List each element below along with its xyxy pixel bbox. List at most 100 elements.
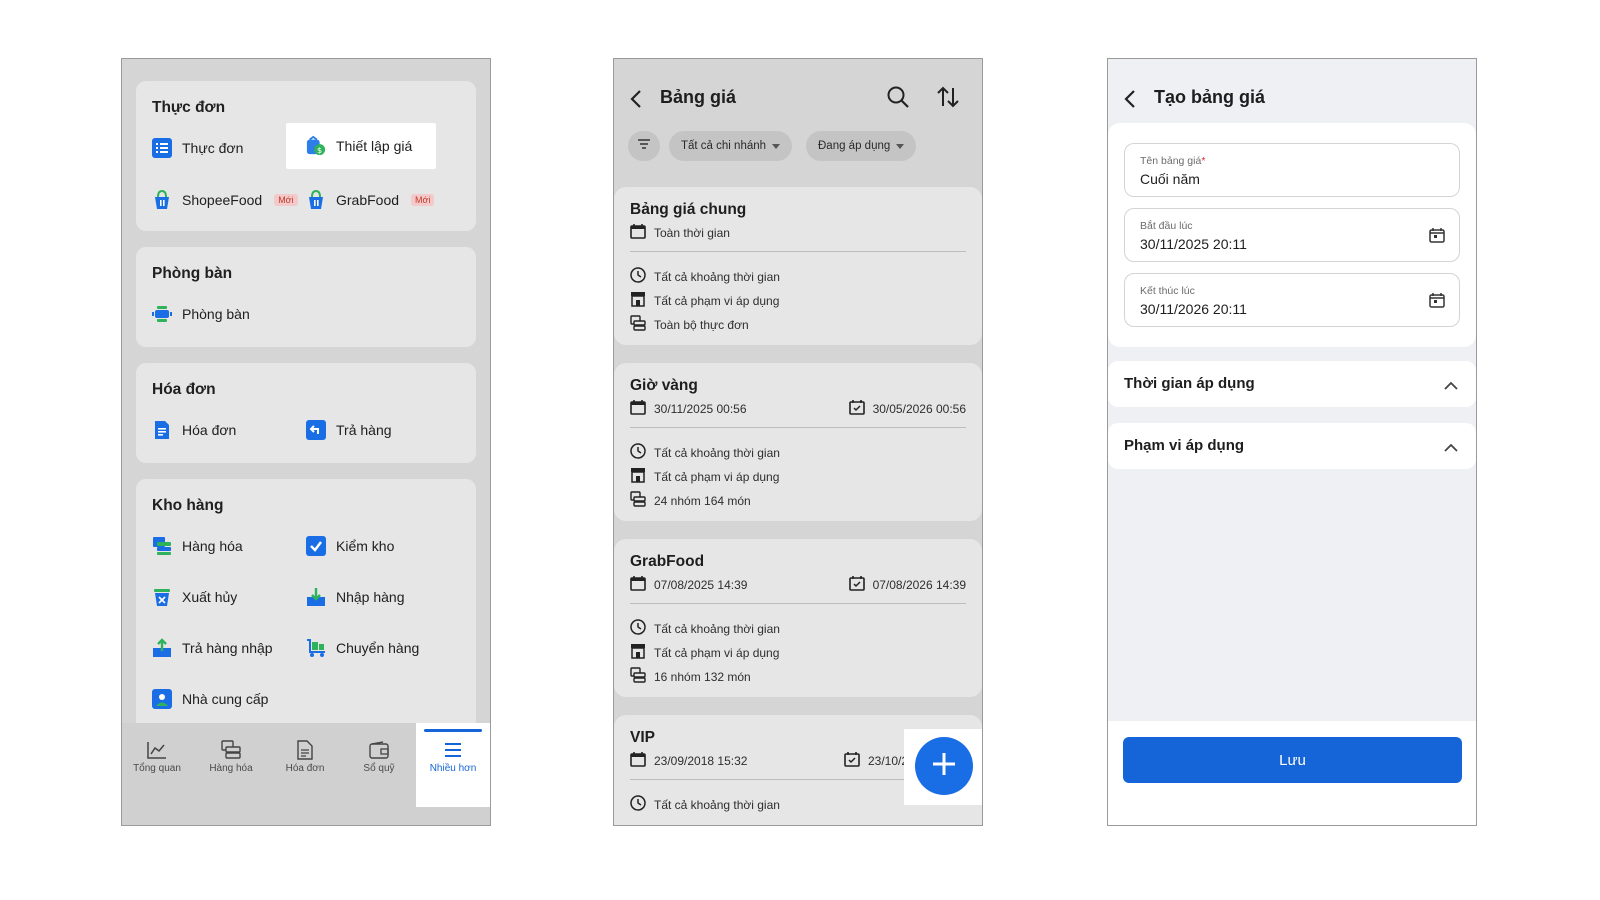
menu-item-label: ShopeeFood xyxy=(182,192,263,208)
menu-text: Toàn bộ thực đơn xyxy=(654,317,749,332)
fab-highlight xyxy=(904,729,982,805)
filter-button[interactable] xyxy=(628,131,660,161)
menu-item-label: Trả hàng nhập xyxy=(182,640,273,656)
nav-label: Nhiều hơn xyxy=(429,763,477,774)
menu-item-nhap-hang[interactable]: Nhập hàng xyxy=(306,584,405,610)
menu-item-tra-hang-nhap[interactable]: Trả hàng nhập xyxy=(152,635,273,661)
divider xyxy=(630,251,966,252)
price-list-card[interactable]: Giờ vàng 30/11/2025 00:56 30/05/2026 00:… xyxy=(614,363,982,521)
sort-icon[interactable] xyxy=(936,85,960,114)
new-badge: Mới xyxy=(274,194,298,206)
price-list-name: GrabFood xyxy=(630,553,705,570)
scope-row: Tất cả phạm vi áp dụng xyxy=(630,291,779,310)
goods-icon xyxy=(152,536,172,556)
end-date-field[interactable]: Kết thúc lúc 30/11/2026 20:11 xyxy=(1124,273,1460,327)
calendar-icon xyxy=(630,399,646,418)
new-badge: Mới xyxy=(411,194,435,206)
supplier-icon xyxy=(152,689,172,709)
field-value: 30/11/2025 20:11 xyxy=(1140,236,1247,252)
nav-label: Sổ quỹ xyxy=(363,763,395,774)
return-icon xyxy=(306,420,326,440)
section-menu: Thực đơn Thực đơn $ Thiết lập giá Shopee… xyxy=(136,81,476,231)
return-import-icon xyxy=(152,638,172,658)
menu-item-kiem-kho[interactable]: Kiểm kho xyxy=(306,533,394,559)
menu-item-label: Kiểm kho xyxy=(336,538,395,554)
menu-item-phong-ban[interactable]: Phòng bàn xyxy=(152,301,250,327)
list-icon xyxy=(152,138,172,158)
start-date-row: 23/09/2018 15:32 xyxy=(630,751,747,770)
nav-active-indicator xyxy=(424,729,482,732)
store-icon xyxy=(630,467,646,486)
back-arrow-icon[interactable] xyxy=(630,89,642,114)
menu-item-chuyen-hang[interactable]: Chuyển hàng xyxy=(306,635,419,661)
menu-item-xuat-huy[interactable]: Xuất hủy xyxy=(152,584,237,610)
end-date: 07/08/2026 14:39 xyxy=(872,577,966,592)
wallet-icon xyxy=(344,737,414,763)
menu-item-label: Trả hàng xyxy=(336,422,392,438)
section-tables: Phòng bàn Phòng bàn xyxy=(136,247,476,347)
back-arrow-icon[interactable] xyxy=(1124,89,1136,114)
end-date-row: 30/05/2026 00:56 xyxy=(848,399,966,418)
nav-so-quy[interactable]: Sổ quỹ xyxy=(344,737,414,774)
end-date-row: 07/08/2026 14:39 xyxy=(848,575,966,594)
divider xyxy=(630,603,966,604)
clock-icon xyxy=(630,619,646,638)
check-inventory-icon xyxy=(306,536,326,556)
menu-item-hoa-don[interactable]: Hóa đơn xyxy=(152,417,236,443)
menu-item-label: Thực đơn xyxy=(182,140,244,156)
price-list-card[interactable]: Bảng giá chung Toàn thời gian Tất cả kho… xyxy=(614,187,982,345)
section-apply-scope[interactable]: Phạm vi áp dụng xyxy=(1108,423,1476,469)
name-field[interactable]: Tên bảng giá* Cuối năm xyxy=(1124,143,1460,197)
period-text: Toàn thời gian xyxy=(654,225,730,240)
clock-icon xyxy=(630,795,646,814)
svg-text:$: $ xyxy=(317,145,322,155)
start-date-row: 30/11/2025 00:56 xyxy=(630,399,747,418)
chevron-up-icon xyxy=(1444,439,1458,457)
field-label: Kết thúc lúc xyxy=(1140,285,1195,297)
shopeefood-icon xyxy=(152,190,172,210)
add-price-list-button[interactable] xyxy=(915,737,973,795)
menu-item-hang-hoa[interactable]: Hàng hóa xyxy=(152,533,243,559)
clock-icon xyxy=(630,267,646,286)
menu-item-thuc-don[interactable]: Thực đơn xyxy=(152,135,243,161)
scope-row: Tất cả phạm vi áp dụng xyxy=(630,467,779,486)
page-title: Tạo bảng giá xyxy=(1154,87,1266,107)
menu-item-tra-hang[interactable]: Trả hàng xyxy=(306,417,392,443)
menu-item-price-setup[interactable]: $ Thiết lập giá xyxy=(306,133,412,159)
time-row: Tất cả khoảng thời gian xyxy=(630,443,780,462)
import-icon xyxy=(306,587,326,607)
store-icon xyxy=(630,291,646,310)
end-date: 30/05/2026 00:56 xyxy=(872,401,966,416)
menu-item-label: Hàng hóa xyxy=(182,538,243,554)
chart-icon xyxy=(122,737,192,763)
menu-item-shopeefood[interactable]: ShopeeFood Mới xyxy=(152,187,298,213)
save-button[interactable]: Lưu xyxy=(1123,737,1462,783)
menu-stack-icon xyxy=(630,315,646,334)
time-text: Tất cả khoảng thời gian xyxy=(654,269,780,284)
field-label: Bắt đầu lúc xyxy=(1140,220,1193,232)
scope-text: Tất cả phạm vi áp dụng xyxy=(654,293,780,308)
branch-filter-chip[interactable]: Tất cả chi nhánh xyxy=(669,131,793,161)
status-filter-chip[interactable]: Đang áp dụng xyxy=(806,131,917,161)
price-list-name: Giờ vàng xyxy=(630,377,698,394)
calendar-icon[interactable] xyxy=(1429,292,1445,313)
nav-hoa-don[interactable]: Hóa đơn xyxy=(270,737,340,774)
menu-row: Toàn bộ thực đơn xyxy=(630,315,749,334)
menu-item-nha-cung-cap[interactable]: Nhà cung cấp xyxy=(152,686,268,712)
bottom-nav: Tổng quan Hàng hóa Hóa đơn Sổ quỹ Nhiều … xyxy=(122,723,490,825)
required-mark: * xyxy=(1201,155,1206,167)
menu-item-label: Nhà cung cấp xyxy=(182,691,269,707)
section-apply-time[interactable]: Thời gian áp dụng xyxy=(1108,361,1476,407)
calendar-icon[interactable] xyxy=(1429,227,1445,248)
menu-item-grabfood[interactable]: GrabFood Mới xyxy=(306,187,435,213)
nav-tong-quan[interactable]: Tổng quan xyxy=(122,737,192,774)
start-date: 30/11/2025 00:56 xyxy=(654,401,747,416)
price-list-card[interactable]: GrabFood 07/08/2025 14:39 07/08/2026 14:… xyxy=(614,539,982,697)
start-date-field[interactable]: Bắt đầu lúc 30/11/2025 20:11 xyxy=(1124,208,1460,262)
field-value: 30/11/2026 20:11 xyxy=(1140,301,1247,317)
calendar-check-icon xyxy=(844,751,860,770)
price-setup-icon: $ xyxy=(306,135,326,156)
nav-nhieu-hon[interactable]: Nhiều hơn xyxy=(418,737,488,774)
nav-hang-hoa[interactable]: Hàng hóa xyxy=(196,737,266,774)
search-icon[interactable] xyxy=(886,85,910,114)
